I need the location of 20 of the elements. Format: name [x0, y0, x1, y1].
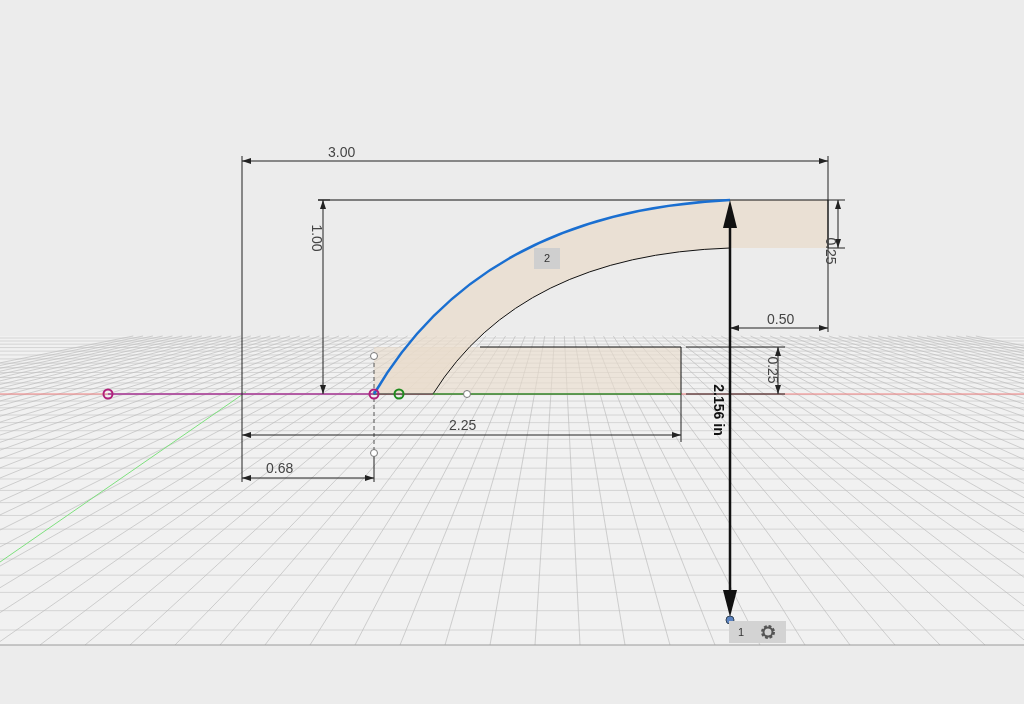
extrude-arrow[interactable]	[723, 200, 737, 617]
dimension-value[interactable]: 0.68	[266, 460, 294, 476]
sketch-point[interactable]	[368, 388, 380, 400]
dimension-value[interactable]: 1.00	[309, 224, 325, 252]
settings-icon[interactable]	[761, 625, 775, 639]
curve-badge	[534, 248, 560, 269]
sketch-point[interactable]	[102, 388, 114, 400]
sketch-point[interactable]	[393, 388, 405, 400]
manipulator-number: 1	[737, 626, 745, 638]
manipulator-badge	[729, 621, 786, 643]
handle-point[interactable]	[463, 390, 471, 398]
dimension-value[interactable]: 0.50	[767, 311, 795, 327]
extrude-distance[interactable]: 2.156 in	[711, 384, 727, 436]
dimension-value[interactable]: 3.00	[328, 144, 356, 160]
dimension-value[interactable]: 0.25	[823, 237, 839, 265]
handle-point[interactable]	[370, 449, 378, 457]
handle-point[interactable]	[370, 352, 378, 360]
curve-number: 2	[543, 252, 551, 264]
dimension-value[interactable]: 0.25	[765, 356, 781, 384]
dimension-value[interactable]: 2.25	[449, 417, 477, 433]
